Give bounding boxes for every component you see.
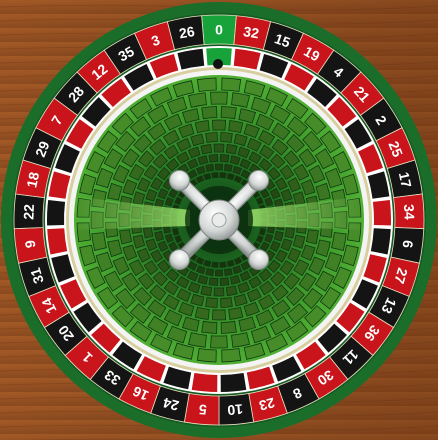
slot-number-label: 26	[178, 23, 196, 41]
slot-number-label: 34	[401, 204, 418, 220]
roulette-table: 0 32 1519421225173462713361130823105241633…	[0, 0, 438, 440]
slot-number-label: 5	[198, 401, 207, 418]
ball-icon	[213, 59, 223, 69]
slot-number-label: 22	[20, 204, 37, 220]
slot-number-label: 32	[242, 23, 260, 41]
slot-number-label: 0	[215, 22, 223, 38]
slot-number-label: 10	[227, 401, 244, 418]
